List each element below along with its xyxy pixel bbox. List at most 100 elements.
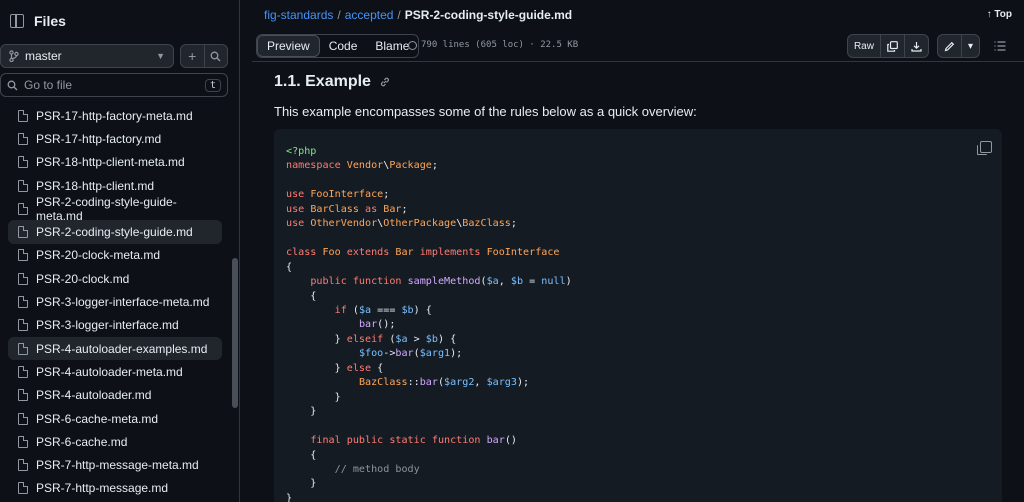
file-list-item[interactable]: PSR-18-http-client-meta.md <box>8 151 222 174</box>
file-list-item[interactable]: PSR-6-cache.md <box>8 430 222 453</box>
file-icon <box>18 435 28 448</box>
raw-button[interactable]: Raw <box>848 35 880 57</box>
go-to-file-input[interactable]: Go to file t <box>0 73 228 97</box>
download-icon[interactable] <box>903 35 928 57</box>
top-link[interactable]: ↑ Top <box>987 9 1012 20</box>
file-icon <box>18 365 28 378</box>
edit-group: ▾ <box>936 34 980 58</box>
chevron-down-icon[interactable]: ▾ <box>960 35 979 57</box>
file-name: PSR-7-http-message-meta.md <box>36 458 199 473</box>
file-actions: Raw ▾ <box>846 34 1012 58</box>
file-name: PSR-20-clock-meta.md <box>36 248 161 263</box>
file-icon <box>18 412 28 425</box>
copy-code-icon[interactable] <box>977 141 992 155</box>
file-list-item[interactable]: PSR-4-autoloader.md <box>8 384 222 407</box>
file-list: PSR-17-http-factory-meta.md PSR-17-http-f… <box>8 104 222 500</box>
file-name: PSR-20-clock.md <box>36 271 130 286</box>
file-list-item[interactable]: PSR-6-cache-meta.md <box>8 407 222 430</box>
file-list-item[interactable]: PSR-20-clock-meta.md <box>8 244 222 267</box>
file-icon <box>18 132 28 145</box>
file-list-item[interactable]: PSR-7-http-message.md <box>8 477 222 500</box>
file-toolbar: Preview Code Blame 790 lines (605 loc) ·… <box>252 30 1024 62</box>
breadcrumb-separator: / <box>397 8 401 22</box>
file-list-item[interactable]: PSR-17-http-factory-meta.md <box>8 104 222 127</box>
code-block: <?php namespace Vendor\Package; use FooI… <box>274 129 1002 502</box>
file-tree-sidebar: Files master ▼ + Go to file t PSR-17-htt… <box>0 0 240 502</box>
file-icon <box>18 459 28 472</box>
file-name: PSR-3-logger-interface-meta.md <box>36 295 210 310</box>
file-icon <box>18 272 28 285</box>
breadcrumb-separator: / <box>337 8 341 22</box>
file-name: PSR-7-http-message.md <box>36 481 169 496</box>
file-list-item[interactable]: PSR-3-logger-interface.md <box>8 314 222 337</box>
go-to-file-placeholder: Go to file <box>24 78 73 92</box>
file-icon <box>18 109 28 122</box>
file-name: PSR-18-http-client-meta.md <box>36 155 185 170</box>
file-name: PSR-4-autoloader-examples.md <box>36 341 208 356</box>
sidebar-action-group: + <box>180 44 228 68</box>
file-icon <box>18 342 28 355</box>
keyboard-shortcut-badge: t <box>204 78 221 92</box>
search-icon <box>7 80 18 90</box>
branch-name: master <box>25 49 62 63</box>
file-meta-text: 790 lines (605 loc) · 22.5 KB <box>421 40 579 50</box>
tab-preview[interactable]: Preview <box>257 35 320 57</box>
file-name: PSR-6-cache-meta.md <box>36 411 159 426</box>
breadcrumb-folder-link[interactable]: accepted <box>345 8 394 22</box>
file-icon <box>18 226 28 239</box>
file-list-item[interactable]: PSR-4-autoloader-examples.md <box>8 336 222 361</box>
pencil-icon[interactable] <box>938 35 961 57</box>
branch-select-button[interactable]: master ▼ <box>0 44 174 68</box>
tab-code[interactable]: Code <box>320 35 367 57</box>
outline-list-icon[interactable] <box>988 34 1012 58</box>
file-name: PSR-17-http-factory-meta.md <box>36 108 193 123</box>
search-icon[interactable] <box>203 45 228 67</box>
markdown-preview: 1.1. Example This example encompasses so… <box>252 62 1024 502</box>
file-icon <box>18 202 28 215</box>
view-tabs: Preview Code Blame <box>256 34 420 58</box>
file-name: PSR-2-coding-style-guide.md <box>36 225 193 240</box>
sidebar-collapse-icon[interactable] <box>10 14 24 28</box>
file-list-item[interactable]: PSR-18-http-client.md <box>8 174 222 197</box>
file-name: PSR-3-logger-interface.md <box>36 318 179 333</box>
add-file-icon[interactable]: + <box>181 45 204 67</box>
file-icon <box>18 482 28 495</box>
sidebar-header: Files <box>0 0 239 42</box>
file-icon <box>18 249 28 262</box>
file-list-item[interactable]: PSR-2-coding-style-guide.md <box>8 220 222 244</box>
copy-icon[interactable] <box>879 35 904 57</box>
shield-icon <box>408 40 417 50</box>
php-code: <?php namespace Vendor\Package; use FooI… <box>286 146 572 502</box>
file-icon <box>18 156 28 169</box>
git-branch-icon <box>9 50 19 62</box>
section-heading-text: 1.1. Example <box>274 73 371 90</box>
file-list-item[interactable]: PSR-2-coding-style-guide-meta.md <box>8 194 222 223</box>
file-meta: 790 lines (605 loc) · 22.5 KB <box>408 40 578 50</box>
sidebar-scrollbar[interactable] <box>232 258 238 408</box>
link-icon[interactable] <box>379 76 391 88</box>
file-name: PSR-2-coding-style-guide-meta.md <box>36 194 177 223</box>
file-icon <box>18 389 28 402</box>
breadcrumb: fig-standards / accepted / PSR-2-coding-… <box>264 8 572 22</box>
file-name: PSR-18-http-client.md <box>36 178 155 193</box>
intro-paragraph: This example encompasses some of the rul… <box>274 104 697 119</box>
file-list-item[interactable]: PSR-17-http-factory.md <box>8 127 222 150</box>
file-list-item[interactable]: PSR-3-logger-interface-meta.md <box>8 290 222 313</box>
breadcrumb-repo-link[interactable]: fig-standards <box>264 8 333 22</box>
file-icon <box>18 296 28 309</box>
file-list-item[interactable]: PSR-20-clock.md <box>8 267 222 290</box>
file-name: PSR-17-http-factory.md <box>36 131 162 146</box>
file-icon <box>18 319 28 332</box>
sidebar-title: Files <box>34 13 66 29</box>
arrow-up-icon: ↑ <box>986 9 992 20</box>
file-list-item[interactable]: PSR-7-http-message-meta.md <box>8 453 222 476</box>
file-name: PSR-4-autoloader-meta.md <box>36 364 183 379</box>
breadcrumb-current-file: PSR-2-coding-style-guide.md <box>404 8 573 22</box>
section-heading: 1.1. Example <box>274 73 391 91</box>
file-name: PSR-4-autoloader.md <box>36 388 152 403</box>
chevron-down-icon: ▼ <box>156 51 165 61</box>
file-icon <box>18 179 28 192</box>
branch-row: master ▼ + <box>0 44 240 68</box>
file-list-item[interactable]: PSR-4-autoloader-meta.md <box>8 360 222 383</box>
raw-copy-download-group: Raw <box>846 34 929 58</box>
